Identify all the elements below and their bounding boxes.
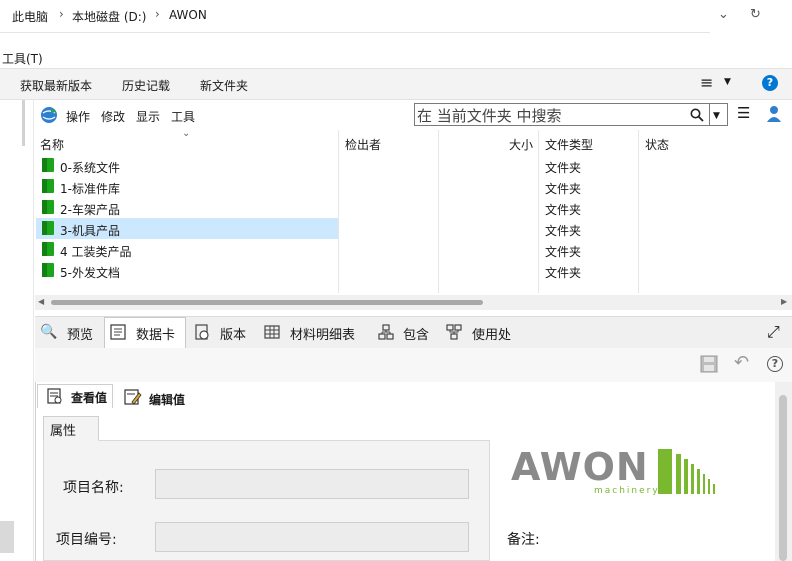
chevron-right-icon: › <box>59 7 64 21</box>
horizontal-scroll-thumb[interactable] <box>51 300 483 305</box>
breadcrumb-local-disk[interactable]: 本地磁盘 (D:) <box>72 8 146 25</box>
chevron-right-icon: › <box>155 7 160 21</box>
column-divider <box>538 130 539 293</box>
tab-where-used[interactable]: 使用处 <box>472 324 511 343</box>
bom-table-icon[interactable] <box>264 325 280 339</box>
column-status-header[interactable]: 状态 <box>645 136 669 153</box>
properties-tab-label: 属性 <box>50 424 77 439</box>
pdm-folder-icon <box>42 242 54 256</box>
note-label: 备注: <box>507 532 540 548</box>
chevron-down-icon[interactable]: ⌄ <box>718 7 729 22</box>
pdm-folder-icon <box>42 221 54 235</box>
file-type: 文件夹 <box>545 161 582 175</box>
vertical-scroll-thumb[interactable] <box>779 395 787 561</box>
project-number-field[interactable] <box>155 522 469 552</box>
tab-version[interactable]: 版本 <box>220 324 246 343</box>
user-icon[interactable] <box>766 105 782 123</box>
tab-bom[interactable]: 材料明细表 <box>290 324 355 343</box>
file-type: 文件夹 <box>545 224 582 238</box>
scroll-right-arrow-icon[interactable]: ▶ <box>781 297 787 306</box>
menu-bar <box>0 44 792 68</box>
help-outline-icon[interactable]: ? <box>767 356 783 372</box>
pdm-folder-icon <box>42 263 54 277</box>
file-type: 文件夹 <box>545 182 582 196</box>
tab-datacard[interactable]: 数据卡 <box>136 324 175 343</box>
scroll-left-arrow-icon[interactable]: ◀ <box>38 297 44 306</box>
nav-scroll-indicator <box>0 521 14 553</box>
file-name[interactable]: 5-外发文档 <box>60 264 120 281</box>
contains-icon[interactable] <box>378 324 394 340</box>
pdm-menu-modify[interactable]: 修改 <box>101 108 125 125</box>
history-button[interactable]: 历史记载 <box>122 77 170 94</box>
dropdown-arrow-icon[interactable]: ▼ <box>724 77 731 87</box>
refresh-icon[interactable]: ↻ <box>750 7 761 22</box>
preview-icon[interactable]: 🔍 <box>40 324 57 340</box>
svg-text:machinery: machinery <box>594 486 660 496</box>
undo-icon[interactable]: ↶ <box>734 352 749 373</box>
tab-edit-values[interactable]: 编辑值 <box>149 391 185 413</box>
pdm-folder-icon <box>42 158 54 172</box>
new-folder-button[interactable]: 新文件夹 <box>200 77 248 94</box>
project-name-field[interactable] <box>155 469 469 499</box>
pdm-menu-operate[interactable]: 操作 <box>66 108 90 125</box>
tab-contains[interactable]: 包含 <box>403 324 429 343</box>
expand-icon[interactable]: ⤢ <box>767 322 780 342</box>
file-type: 文件夹 <box>545 266 582 280</box>
breadcrumb-this-pc[interactable]: 此电脑 <box>12 8 48 25</box>
view-values-icon[interactable] <box>47 388 63 404</box>
file-type: 文件夹 <box>545 245 582 259</box>
view-menu-icon[interactable]: ≡ <box>700 73 713 92</box>
column-type-header[interactable]: 文件类型 <box>545 136 593 153</box>
awon-logo: AWON machinery <box>508 442 728 496</box>
pdm-folder-icon <box>42 200 54 214</box>
pdm-folder-icon <box>42 179 54 193</box>
datacard-toolbar <box>35 348 792 382</box>
datacard-icon[interactable] <box>110 324 126 340</box>
column-divider <box>438 130 439 293</box>
svg-text:AWON: AWON <box>511 445 649 489</box>
command-bar <box>0 68 792 100</box>
get-latest-button[interactable]: 获取最新版本 <box>20 77 92 94</box>
column-name-header[interactable]: 名称 <box>40 136 64 153</box>
version-icon[interactable] <box>194 324 210 340</box>
file-name[interactable]: 3-机具产品 <box>60 222 120 239</box>
search-icon[interactable] <box>690 108 704 122</box>
file-name[interactable]: 4 工装类产品 <box>60 243 131 260</box>
tab-view-values[interactable]: 查看值 <box>71 389 107 411</box>
file-type: 文件夹 <box>545 203 582 217</box>
edit-values-icon[interactable] <box>124 389 142 405</box>
file-name[interactable]: 0-系统文件 <box>60 159 120 176</box>
sort-arrow-icon: ⌄ <box>182 128 191 139</box>
navigation-pane[interactable] <box>0 100 34 561</box>
pdm-globe-icon[interactable] <box>40 106 58 124</box>
column-checked-out-header[interactable]: 检出者 <box>345 136 381 153</box>
dropdown-arrow-icon[interactable]: ▼ <box>713 111 720 121</box>
pdm-menu-display[interactable]: 显示 <box>136 108 160 125</box>
breadcrumb-awon[interactable]: AWON <box>169 8 207 22</box>
file-name[interactable]: 1-标准件库 <box>60 180 120 197</box>
save-icon[interactable] <box>700 355 718 373</box>
menu-tools[interactable]: 工具(T) <box>2 50 43 67</box>
pdm-menu-tools[interactable]: 工具 <box>171 108 195 125</box>
file-name[interactable]: 2-车架产品 <box>60 201 120 218</box>
search-list-icon[interactable]: ☰ <box>737 104 750 122</box>
project-number-label: 项目编号: <box>56 532 117 548</box>
column-divider <box>638 130 639 293</box>
where-used-icon[interactable] <box>446 324 462 340</box>
search-placeholder: 在 当前文件夹 中搜索 <box>417 107 562 125</box>
column-divider <box>338 130 339 293</box>
tab-preview[interactable]: 预览 <box>67 324 93 343</box>
column-size-header[interactable]: 大小 <box>509 136 533 153</box>
nav-scroll-indicator <box>22 100 25 146</box>
project-name-label: 项目名称: <box>63 480 124 496</box>
help-icon[interactable]: ? <box>762 75 778 91</box>
